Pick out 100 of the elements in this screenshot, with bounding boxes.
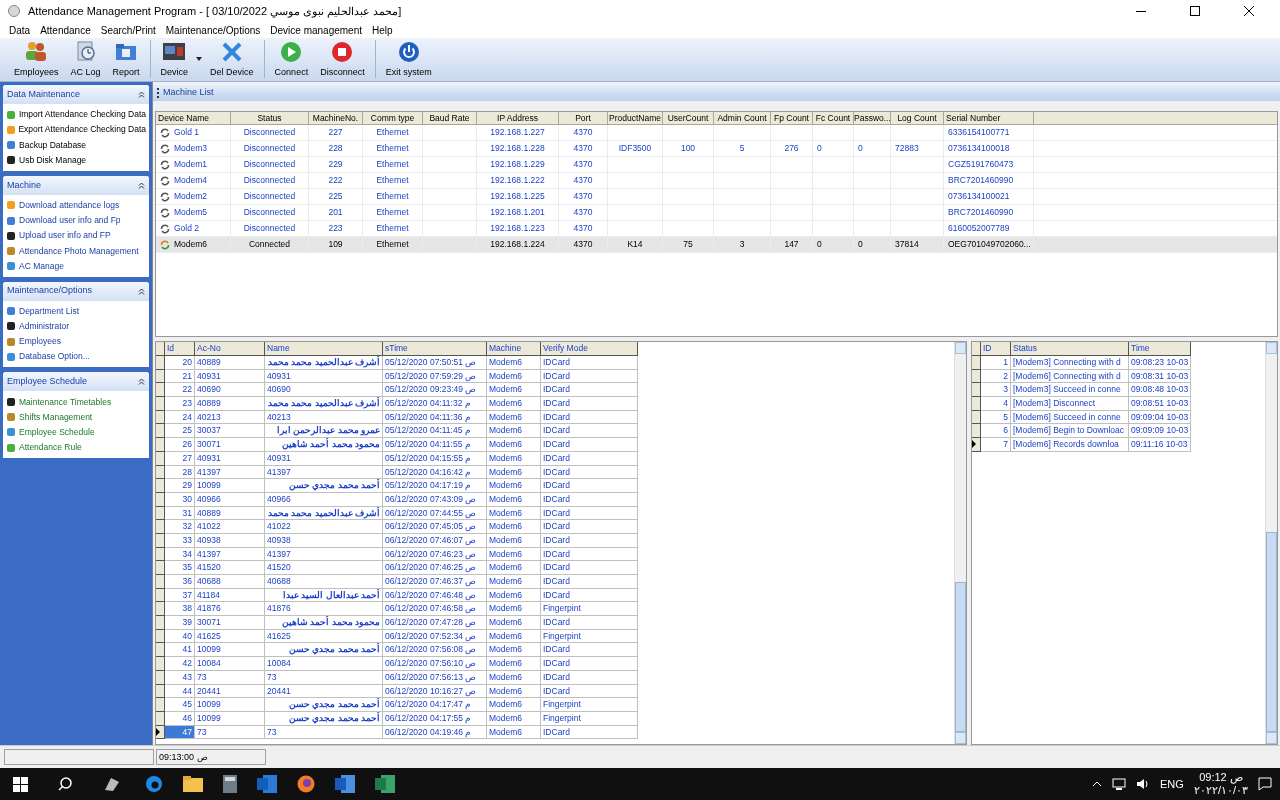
toolbar-button[interactable]: Disconnect [314,39,371,79]
menu-item[interactable]: Help [367,22,398,38]
table-row[interactable]: Modem1 Disconnected 229 Ethernet 192.168.1.229 4370 CGZ5191760473 [156,157,1277,173]
row-header[interactable] [156,629,165,644]
column-header[interactable]: UserCount [663,112,714,124]
row-header[interactable] [156,684,165,699]
row-header[interactable] [156,492,165,507]
sidebar-link[interactable]: Employee Schedule [19,426,95,439]
collapse-chevron-icon[interactable] [138,378,145,386]
column-header[interactable]: Name [265,342,383,356]
row-header[interactable] [972,397,981,411]
table-row[interactable]: Modem2 Disconnected 225 Ethernet 192.168.1.225 4370 0736134100021 [156,189,1277,205]
row-header[interactable] [156,410,165,425]
toolbar-button[interactable]: Employees [8,39,65,79]
sidebar-link[interactable]: Attendance Photo Management [19,244,139,258]
sidebar-link[interactable]: Attendance Rule [19,441,82,454]
browser-icon[interactable] [297,775,315,793]
column-header[interactable]: Ac-No [195,342,265,356]
panel-header[interactable]: Machine [7,178,42,192]
caret-up-icon[interactable] [1092,781,1103,787]
toolbar-button[interactable]: Report [106,39,146,79]
column-header[interactable]: Port [559,112,608,124]
table-row[interactable]: Gold 2 Disconnected 223 Ethernet 192.168.1.223 4370 6160052007789 [156,221,1277,237]
folder-icon[interactable] [183,776,203,792]
row-header[interactable] [156,479,165,493]
dropdown-caret-icon[interactable] [196,56,203,61]
toolbar-button[interactable]: AC Log [64,39,107,79]
column-header[interactable]: Device Name [156,112,231,124]
app-icon[interactable] [103,776,121,792]
row-header[interactable] [156,575,165,589]
toolbar-button[interactable]: Device [154,39,195,79]
column-header[interactable]: sTime [383,342,487,356]
row-header[interactable] [156,711,165,726]
column-header[interactable]: Baud Rate [423,112,477,124]
row-header[interactable] [972,424,981,439]
toolbar-button[interactable]: Connect [268,39,315,79]
row-header[interactable] [972,438,981,452]
column-header[interactable]: Status [231,112,309,124]
sidebar-link[interactable]: Administrator [19,320,70,333]
spreadsheet-app-icon[interactable] [375,775,395,793]
collapse-chevron-icon[interactable] [138,91,145,98]
sidebar-link[interactable]: Maintenance Timetables [19,395,112,409]
scrollbar-thumb[interactable] [955,582,966,732]
sidebar-link[interactable]: AC Manage [19,259,64,273]
row-header[interactable] [156,356,165,370]
row-header[interactable] [156,616,165,630]
sidebar-link[interactable]: Employees [19,335,62,349]
row-header[interactable] [156,588,165,603]
row-header[interactable] [156,670,165,685]
sidebar-link[interactable]: Department List [19,304,79,318]
volume-icon[interactable] [1136,778,1151,790]
network-icon[interactable] [1112,778,1127,790]
column-header[interactable]: Id [165,342,195,356]
column-header[interactable]: Verify Mode [541,342,638,356]
column-header[interactable]: ID [981,342,1011,356]
scrollbar-thumb[interactable] [1266,532,1277,732]
column-header[interactable]: Comm type [363,112,423,124]
column-header[interactable]: Passwo... [854,112,891,124]
scrollbar[interactable] [954,342,966,744]
column-header[interactable]: Status [1011,342,1129,356]
menu-item[interactable]: Maintenance/Options [160,22,266,38]
row-header[interactable] [156,424,165,439]
table-row[interactable]: Modem5 Disconnected 201 Ethernet 192.168.1.201 4370 BRC7201460990 [156,205,1277,221]
column-header[interactable]: Admin Count [714,112,771,124]
row-header[interactable] [156,520,165,534]
column-header[interactable]: Fc Count [813,112,854,124]
search-icon[interactable] [58,777,72,791]
browser-icon[interactable] [145,775,163,793]
toolbar-button[interactable]: Exit system [379,39,438,79]
collapse-chevron-icon[interactable] [138,287,145,295]
toolbar-button[interactable]: Del Device [204,39,260,79]
row-header[interactable] [156,725,165,740]
row-header[interactable] [156,698,165,712]
sidebar-link[interactable]: Download attendance logs [19,198,120,212]
sidebar-link[interactable]: Export Attendance Checking Data [18,123,146,137]
column-header[interactable]: ProductName [608,112,663,124]
windows-start-icon[interactable] [13,776,28,792]
scrollbar[interactable] [1265,342,1277,744]
row-header[interactable] [156,547,165,562]
row-header[interactable] [156,369,165,384]
row-header[interactable] [972,410,981,425]
column-header[interactable]: Log Count [891,112,944,124]
table-row[interactable]: Gold 1 Disconnected 227 Ethernet 192.168.1.227 4370 6336154100771 [156,125,1277,141]
sidebar-link[interactable]: Database Option... [19,350,90,364]
row-header[interactable] [156,602,165,617]
column-header[interactable]: IP Address [477,112,559,124]
table-row[interactable]: Modem6 Connected 109 Ethernet 192.168.1.224 4370 K14 75 3 147 0 0 37814 OEG701049702060... [156,237,1277,253]
row-header[interactable] [156,561,165,575]
document-app-icon[interactable] [335,775,355,793]
row-header[interactable] [156,643,165,658]
menu-item[interactable]: Search/Print [95,22,161,38]
table-row[interactable]: Modem4 Disconnected 222 Ethernet 192.168.1.222 4370 BRC7201460990 [156,173,1277,189]
mail-app-icon[interactable] [257,775,277,793]
row-header[interactable] [156,451,165,466]
sidebar-link[interactable]: Upload user info and FP [19,229,111,243]
column-header[interactable]: MachineNo. [309,112,363,124]
row-header[interactable] [972,356,981,370]
row-header[interactable] [156,465,165,480]
column-header[interactable]: Serial Number [944,112,1034,124]
collapse-chevron-icon[interactable] [138,181,145,189]
